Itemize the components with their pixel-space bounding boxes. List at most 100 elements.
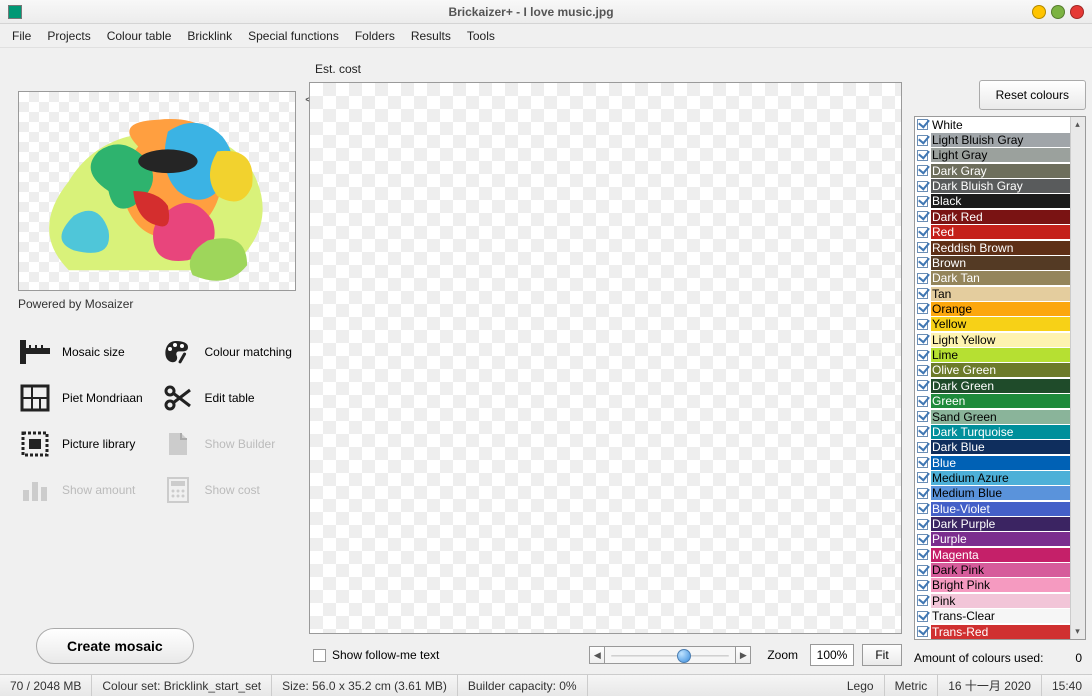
colour-checkbox[interactable] <box>917 488 928 499</box>
colour-item[interactable]: Purple <box>915 532 1070 547</box>
colour-item[interactable]: Dark Turquoise <box>915 424 1070 439</box>
colour-checkbox[interactable] <box>917 580 928 591</box>
menu-bricklink[interactable]: Bricklink <box>179 25 240 47</box>
colour-checkbox[interactable] <box>917 211 928 222</box>
colour-item[interactable]: Black <box>915 194 1070 209</box>
scroll-down-icon[interactable]: ▾ <box>1070 624 1085 639</box>
colour-checkbox[interactable] <box>917 426 928 437</box>
colour-checkbox[interactable] <box>917 411 928 422</box>
tool-colour-matching[interactable]: Colour matching <box>161 337 298 367</box>
calculator-icon <box>161 475 195 505</box>
colour-item[interactable]: Dark Gray <box>915 163 1070 178</box>
follow-me-checkbox[interactable] <box>313 649 326 662</box>
colour-checkbox[interactable] <box>917 196 928 207</box>
zoom-slider[interactable]: ◀ ▶ <box>589 646 751 664</box>
colour-item[interactable]: Medium Blue <box>915 486 1070 501</box>
colour-item[interactable]: Dark Purple <box>915 516 1070 531</box>
tool-mosaic-size[interactable]: Mosaic size <box>18 337 155 367</box>
colour-item[interactable]: Yellow <box>915 317 1070 332</box>
colour-item[interactable]: Medium Azure <box>915 470 1070 485</box>
colour-checkbox[interactable] <box>917 365 928 376</box>
colour-item[interactable]: Bright Pink <box>915 578 1070 593</box>
colour-checkbox[interactable] <box>917 288 928 299</box>
colour-checkbox[interactable] <box>917 503 928 514</box>
colour-checkbox[interactable] <box>917 565 928 576</box>
colour-checkbox[interactable] <box>917 119 928 130</box>
colour-item[interactable]: Brown <box>915 255 1070 270</box>
colour-item[interactable]: Pink <box>915 593 1070 608</box>
colour-checkbox[interactable] <box>917 242 928 253</box>
colour-item[interactable]: Light Bluish Gray <box>915 132 1070 147</box>
zoom-slider-thumb[interactable] <box>677 649 691 663</box>
colour-checkbox[interactable] <box>917 257 928 268</box>
colour-item[interactable]: Blue-Violet <box>915 501 1070 516</box>
source-image-preview[interactable] <box>18 91 296 291</box>
colour-item[interactable]: Sand Green <box>915 409 1070 424</box>
colour-checkbox[interactable] <box>917 303 928 314</box>
colour-item[interactable]: Olive Green <box>915 363 1070 378</box>
colour-item[interactable]: Dark Bluish Gray <box>915 178 1070 193</box>
create-mosaic-button[interactable]: Create mosaic <box>36 628 194 664</box>
colour-item[interactable]: Lime <box>915 347 1070 362</box>
colour-item[interactable]: Green <box>915 393 1070 408</box>
zoom-value[interactable]: 100% <box>810 644 854 666</box>
menu-projects[interactable]: Projects <box>39 25 98 47</box>
reset-colours-button[interactable]: Reset colours <box>979 80 1086 110</box>
tool-picture-library[interactable]: Picture library <box>18 429 155 459</box>
menu-colour-table[interactable]: Colour table <box>99 25 180 47</box>
menu-results[interactable]: Results <box>403 25 459 47</box>
colour-item[interactable]: Red <box>915 225 1070 240</box>
colour-checkbox[interactable] <box>917 181 928 192</box>
colour-checkbox[interactable] <box>917 334 928 345</box>
colour-checkbox[interactable] <box>917 227 928 238</box>
colour-checkbox[interactable] <box>917 457 928 468</box>
colour-checkbox[interactable] <box>917 472 928 483</box>
fit-button[interactable]: Fit <box>862 644 902 666</box>
colour-item[interactable]: Dark Green <box>915 378 1070 393</box>
colour-item[interactable]: Trans-Red <box>915 624 1070 639</box>
menu-folders[interactable]: Folders <box>347 25 403 47</box>
colour-checkbox[interactable] <box>917 319 928 330</box>
colour-checkbox[interactable] <box>917 534 928 545</box>
colour-checkbox[interactable] <box>917 380 928 391</box>
colour-checkbox[interactable] <box>917 626 928 637</box>
tool-piet-mondriaan[interactable]: Piet Mondriaan <box>18 383 155 413</box>
colour-checkbox[interactable] <box>917 611 928 622</box>
menu-special-functions[interactable]: Special functions <box>240 25 347 47</box>
colour-item[interactable]: Reddish Brown <box>915 240 1070 255</box>
scrollbar[interactable]: ▴ ▾ <box>1070 117 1085 639</box>
colour-item[interactable]: Trans-Clear <box>915 609 1070 624</box>
colour-item[interactable]: Blue <box>915 455 1070 470</box>
menu-file[interactable]: File <box>4 25 39 47</box>
colour-checkbox[interactable] <box>917 396 928 407</box>
scroll-up-icon[interactable]: ▴ <box>1070 117 1085 132</box>
colour-checkbox[interactable] <box>917 135 928 146</box>
close-button[interactable] <box>1070 5 1084 19</box>
colour-item[interactable]: Tan <box>915 286 1070 301</box>
tool-edit-table[interactable]: Edit table <box>161 383 298 413</box>
zoom-slider-left[interactable]: ◀ <box>589 646 605 664</box>
colour-item[interactable]: Dark Red <box>915 209 1070 224</box>
zoom-slider-right[interactable]: ▶ <box>735 646 751 664</box>
colour-checkbox[interactable] <box>917 165 928 176</box>
colour-checkbox[interactable] <box>917 549 928 560</box>
colour-item[interactable]: Dark Pink <box>915 562 1070 577</box>
minimize-button[interactable] <box>1032 5 1046 19</box>
maximize-button[interactable] <box>1051 5 1065 19</box>
colour-checkbox[interactable] <box>917 273 928 284</box>
colour-checkbox[interactable] <box>917 350 928 361</box>
colour-item[interactable]: Light Yellow <box>915 332 1070 347</box>
colour-list[interactable]: ▴ ▾ WhiteLight Bluish GrayLight GrayDark… <box>914 116 1086 640</box>
menu-tools[interactable]: Tools <box>459 25 503 47</box>
colour-item[interactable]: Orange <box>915 301 1070 316</box>
colour-checkbox[interactable] <box>917 595 928 606</box>
colour-checkbox[interactable] <box>917 519 928 530</box>
colour-item[interactable]: Dark Blue <box>915 440 1070 455</box>
colour-item[interactable]: Light Gray <box>915 148 1070 163</box>
mosaic-canvas[interactable] <box>309 82 902 634</box>
colour-item[interactable]: Dark Tan <box>915 271 1070 286</box>
colour-checkbox[interactable] <box>917 150 928 161</box>
colour-item[interactable]: Magenta <box>915 547 1070 562</box>
colour-checkbox[interactable] <box>917 442 928 453</box>
colour-item[interactable]: White <box>915 117 1070 132</box>
